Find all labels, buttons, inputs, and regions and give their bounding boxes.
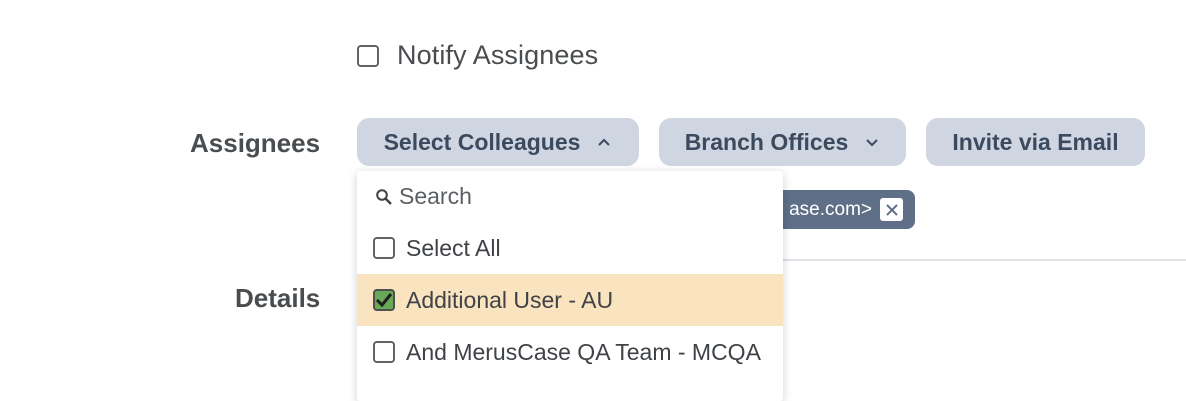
additional-user-checkbox[interactable]: [373, 289, 395, 311]
branch-offices-label: Branch Offices: [684, 128, 849, 155]
details-label: Details: [235, 283, 321, 313]
notify-assignees-label: Notify Assignees: [397, 40, 599, 70]
dropdown-item-label: And MerusCase QA Team - MCQA: [406, 338, 761, 365]
dropdown-item-additional-user[interactable]: Additional User - AU: [357, 274, 783, 326]
notify-assignees-row[interactable]: Notify Assignees: [357, 40, 598, 71]
divider: [783, 259, 1186, 261]
close-icon: [885, 203, 898, 216]
remove-tag-button[interactable]: [880, 198, 903, 221]
dropdown-item-label: Select All: [406, 234, 501, 261]
select-colleagues-label: Select Colleagues: [383, 128, 581, 155]
chevron-up-icon: [598, 138, 611, 146]
assignees-label: Assignees: [190, 128, 321, 158]
meruscase-qa-team-checkbox[interactable]: [373, 341, 395, 363]
branch-offices-button[interactable]: Branch Offices: [659, 118, 906, 166]
checkmark-icon: [375, 293, 393, 308]
invite-via-email-button[interactable]: Invite via Email: [926, 118, 1145, 166]
select-colleagues-button[interactable]: Select Colleagues: [357, 118, 639, 166]
assignee-email-tag-text: ase.com>: [789, 198, 872, 220]
select-all-checkbox[interactable]: [373, 237, 395, 259]
dropdown-search[interactable]: Search: [357, 171, 783, 222]
chevron-down-icon: [866, 139, 879, 147]
invite-via-email-label: Invite via Email: [952, 128, 1119, 155]
dropdown-item-label: Additional User - AU: [406, 286, 614, 313]
colleagues-dropdown: Search Select All Additional User - AU A…: [357, 171, 783, 401]
search-placeholder: Search: [399, 183, 472, 209]
dropdown-item-select-all[interactable]: Select All: [357, 222, 783, 274]
notify-assignees-checkbox[interactable]: [357, 44, 379, 67]
search-icon: [376, 188, 392, 205]
dropdown-item-meruscase-qa-team[interactable]: And MerusCase QA Team - MCQA: [357, 326, 783, 378]
